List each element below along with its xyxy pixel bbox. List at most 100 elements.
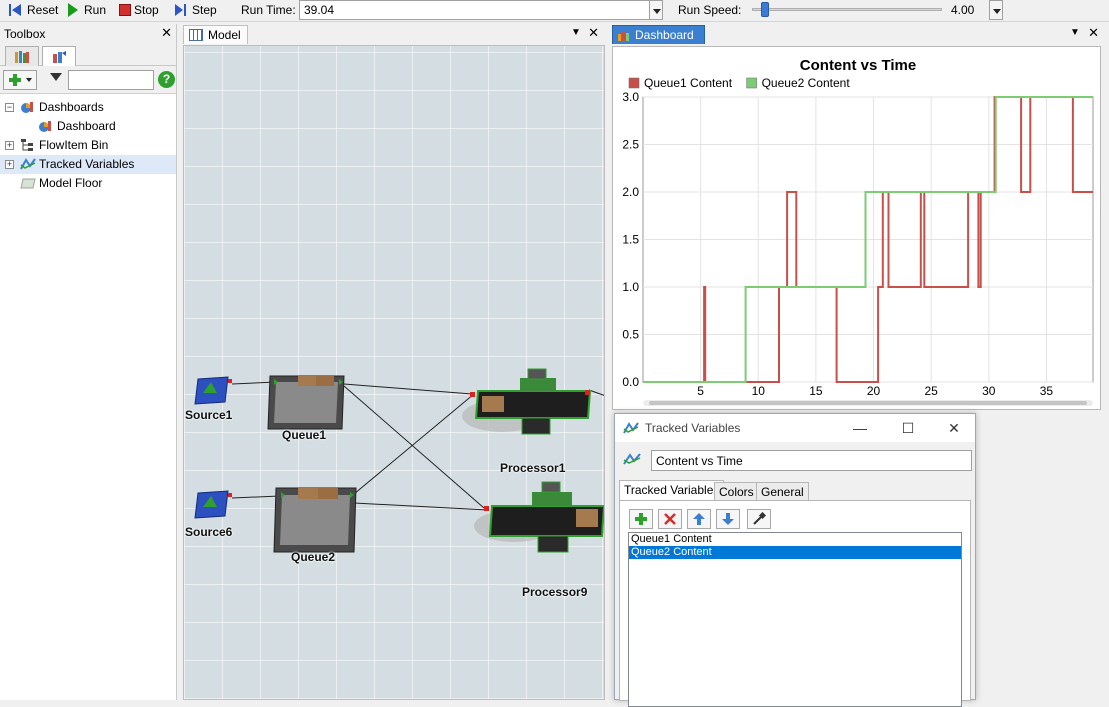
connector-queue2-processor9 <box>353 502 489 511</box>
tree-label-tracked-variables: Tracked Variables <box>39 157 135 171</box>
add-tool-button[interactable] <box>3 70 37 90</box>
model-floor-icon <box>20 178 36 189</box>
tracked-variable-name-icon <box>623 453 641 465</box>
remove-variable-button[interactable] <box>658 509 682 529</box>
run-speed-value: 4.00 <box>951 3 975 17</box>
eyedropper-icon <box>753 512 766 525</box>
run-label: Run <box>84 3 107 17</box>
model-grid-icon <box>189 29 203 41</box>
source1-object[interactable] <box>194 376 232 405</box>
tab-model[interactable]: Model <box>183 25 248 44</box>
processor1-object[interactable] <box>462 368 592 435</box>
y-tick-label-2: 1.0 <box>622 280 639 294</box>
source6-label: Source6 <box>185 525 233 539</box>
tools-icon <box>53 51 66 63</box>
tracked-variables-icon <box>20 158 36 170</box>
x-tick-label-2: 15 <box>809 384 823 398</box>
tab-toolbox-tree[interactable] <box>42 46 76 67</box>
tree-item-tracked-variables[interactable]: + Tracked Variables <box>0 155 176 174</box>
tab-general[interactable]: General <box>756 482 809 500</box>
run-speed-dropdown-button[interactable] <box>989 0 1003 20</box>
expand-icon[interactable]: + <box>5 160 14 169</box>
collapse-icon[interactable]: − <box>5 103 14 112</box>
tree-item-flowitem-bin[interactable]: + FlowItem Bin <box>0 136 176 155</box>
list-item[interactable]: Queue2 Content <box>629 546 961 559</box>
step-icon <box>175 4 189 16</box>
legend-swatch-1 <box>746 77 757 89</box>
model-close-icon[interactable]: ✕ <box>588 26 599 40</box>
y-tick-label-3: 1.5 <box>622 233 639 247</box>
tab-colors[interactable]: Colors <box>714 482 759 500</box>
tree-label-dashboard: Dashboard <box>57 119 116 133</box>
tracked-variables-window: Tracked Variables — ☐ ✕ Tracked Variable… <box>614 413 976 707</box>
tree-label-flowitem-bin: FlowItem Bin <box>39 138 109 152</box>
tv-titlebar[interactable]: Tracked Variables — ☐ ✕ <box>615 414 975 442</box>
tree-label-model-floor: Model Floor <box>39 176 103 190</box>
run-speed-slider-thumb[interactable] <box>761 2 770 17</box>
stop-icon <box>119 4 131 16</box>
toolbox-filter-input[interactable] <box>68 70 154 90</box>
arrow-down-icon <box>722 513 734 525</box>
run-speed-slider-track[interactable] <box>752 8 942 11</box>
toolbox-close-icon[interactable]: ✕ <box>161 26 172 40</box>
run-time-input[interactable] <box>299 0 650 20</box>
toolbox-panel: Toolbox ✕ ? − Dashboards Dashboard + Flo… <box>0 24 177 700</box>
tree-item-dashboards[interactable]: − Dashboards <box>0 98 176 117</box>
content-vs-time-chart[interactable]: Content vs Time Queue1 Content Queue2 Cont… <box>612 46 1101 410</box>
dashboard-close-icon[interactable]: ✕ <box>1088 26 1099 40</box>
move-down-button[interactable] <box>716 509 740 529</box>
expand-icon[interactable]: + <box>5 141 14 150</box>
dashboard-tabbar: Dashboard ▼ ✕ <box>610 24 1109 44</box>
toolbox-title: Toolbox <box>4 27 46 41</box>
tab-tracked-variables[interactable]: Tracked Variables <box>619 480 725 500</box>
y-tick-label-5: 2.5 <box>622 138 639 152</box>
tv-name-input[interactable] <box>651 450 972 471</box>
dashboard-tab-icon <box>618 31 629 41</box>
source1-label: Source1 <box>185 408 233 422</box>
model-3d-view[interactable]: Source1 Source6 Queue1 Queue2 Processor1… <box>183 45 605 700</box>
connector-source6-queue2 <box>231 495 281 499</box>
minimize-icon[interactable]: — <box>847 418 873 438</box>
toolbox-tree: − Dashboards Dashboard + FlowItem Bin + … <box>0 94 176 193</box>
run-time-dropdown-button[interactable] <box>649 0 663 20</box>
step-button[interactable]: Step <box>173 1 219 19</box>
legend-label-0: Queue1 Content <box>644 76 733 90</box>
dashboard-dropdown-icon[interactable]: ▼ <box>1070 27 1080 38</box>
dashboard-icon <box>39 121 51 132</box>
tree-item-model-floor[interactable]: Model Floor <box>0 174 176 193</box>
run-button[interactable]: Run <box>64 1 108 19</box>
reset-button[interactable]: Reset <box>6 1 60 19</box>
list-item[interactable]: Queue1 Content <box>629 533 961 546</box>
legend-label-1: Queue2 Content <box>762 76 851 90</box>
tab-dashboard[interactable]: Dashboard <box>612 25 705 44</box>
maximize-icon[interactable]: ☐ <box>895 418 921 438</box>
y-tick-label-0: 0.0 <box>622 375 639 389</box>
dashboard-tab-label: Dashboard <box>635 28 694 42</box>
sampler-button[interactable] <box>747 509 771 529</box>
toolbox-header: Toolbox ✕ <box>0 24 176 44</box>
source6-object[interactable] <box>194 490 232 519</box>
close-icon[interactable]: ✕ <box>941 418 967 438</box>
stop-button[interactable]: Stop <box>117 1 161 19</box>
processor9-label: Processor9 <box>522 585 588 599</box>
queue2-object[interactable] <box>273 487 357 553</box>
tracked-variables-list[interactable]: Queue1 Content Queue2 Content <box>628 532 962 707</box>
main-toolbar: Reset Run Stop Step Run Time: Run Speed:… <box>0 0 1109 22</box>
x-tick-label-0: 5 <box>697 384 704 398</box>
tree-item-dashboard[interactable]: Dashboard <box>0 117 176 136</box>
arrow-up-icon <box>693 513 705 525</box>
tv-window-title: Tracked Variables <box>645 421 741 435</box>
move-up-button[interactable] <box>687 509 711 529</box>
library-icon <box>15 50 29 63</box>
add-variable-button[interactable] <box>629 509 653 529</box>
y-tick-label-1: 0.5 <box>622 328 639 342</box>
queue1-object[interactable] <box>267 375 345 430</box>
y-tick-label-6: 3.0 <box>622 90 639 104</box>
tv-tab-page: Queue1 Content Queue2 Content <box>619 500 971 707</box>
chart-title: Content vs Time <box>800 57 916 74</box>
tab-library[interactable] <box>5 46 39 66</box>
processor9-object[interactable] <box>474 481 604 553</box>
model-dropdown-icon[interactable]: ▼ <box>571 27 581 38</box>
help-icon[interactable]: ? <box>158 71 175 88</box>
step-label: Step <box>192 3 217 17</box>
